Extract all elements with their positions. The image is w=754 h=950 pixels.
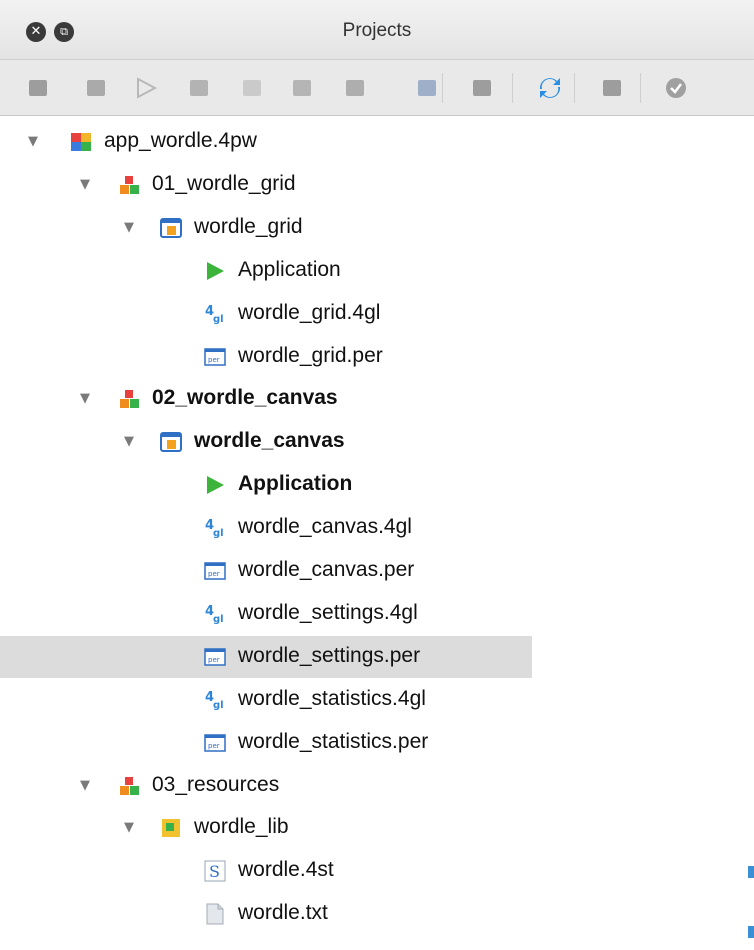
tree-item[interactable]: ▼ wordle_canvas xyxy=(0,421,532,463)
run-icon[interactable] xyxy=(134,76,158,100)
text-file-icon xyxy=(204,903,226,925)
new-package-icon[interactable] xyxy=(84,76,108,100)
toolbar-separator xyxy=(574,73,575,103)
tree-item-label: wordle.txt xyxy=(238,901,328,925)
new-folder-icon[interactable] xyxy=(240,76,264,100)
tree-item-label: 02_wordle_canvas xyxy=(152,386,338,410)
tree-item[interactable]: ▼ 02_wordle_canvas xyxy=(0,378,532,420)
tree-item[interactable]: 4 gl wordle_canvas.4gl xyxy=(0,507,532,549)
panel-title: Projects xyxy=(342,20,412,41)
toolbar-separator xyxy=(512,73,513,103)
tree-item-label: 03_resources xyxy=(152,772,280,796)
tree-item-label: wordle_settings.4gl xyxy=(238,600,418,624)
tree-item-label: wordle_canvas.per xyxy=(238,558,415,581)
svg-text:gl: gl xyxy=(213,528,224,539)
tree-item-label: wordle_statistics.per xyxy=(238,729,429,753)
svg-text:per: per xyxy=(208,656,220,664)
tree-item-label: 01_wordle_grid xyxy=(152,171,296,195)
expand-toggle-icon[interactable]: ▼ xyxy=(122,821,136,835)
expand-toggle-icon[interactable]: ▼ xyxy=(78,177,92,192)
svg-text:S: S xyxy=(209,862,220,881)
tree-item[interactable]: Application xyxy=(0,464,532,506)
per-file-icon: per xyxy=(204,646,226,668)
tree-item-label: wordle.4st xyxy=(238,858,334,882)
tree-item[interactable]: 4 gl wordle_grid.4gl xyxy=(0,293,532,335)
4gl-file-icon: 4 gl xyxy=(204,603,226,625)
tree-item-label: wordle_grid.per xyxy=(238,343,383,367)
tree-item[interactable]: Application xyxy=(0,250,532,292)
svg-text:per: per xyxy=(208,742,220,750)
expand-toggle-icon[interactable]: ▼ xyxy=(122,435,136,449)
group-icon xyxy=(118,775,140,797)
svg-text:per: per xyxy=(208,356,220,364)
compile-icon[interactable] xyxy=(187,76,211,100)
title-bar: ✕ ⧉ Projects xyxy=(0,0,754,60)
tree-item-label: app_wordle.4pw xyxy=(104,129,257,152)
project-tree: ▼ app_wordle.4pw ▼ 01_wordle_grid ▼ wordle_gr… xyxy=(0,116,754,950)
toolbar-separator xyxy=(640,73,641,103)
tree-item-label: wordle_canvas xyxy=(194,429,345,453)
tree-item[interactable]: per wordle_settings.per xyxy=(0,635,532,678)
expand-toggle-icon[interactable]: ▼ xyxy=(78,392,92,406)
tree-item-label: Application xyxy=(238,257,341,281)
scroll-edge-marker xyxy=(748,926,754,938)
tree-item-label: wordle_statistics.4gl xyxy=(238,686,426,710)
expand-toggle-icon[interactable]: ▼ xyxy=(78,778,92,793)
expand-toggle-icon[interactable]: ▼ xyxy=(26,135,40,149)
tree-item-label: wordle_settings.per xyxy=(238,643,421,667)
check-icon[interactable] xyxy=(664,76,688,100)
database-icon[interactable] xyxy=(470,76,494,100)
toolbar xyxy=(0,60,754,116)
deploy-icon[interactable] xyxy=(600,76,624,100)
application-node-icon xyxy=(160,217,182,239)
tree-item-label: Application xyxy=(238,472,353,496)
run-target-icon xyxy=(204,474,226,496)
workspace-icon xyxy=(70,131,92,153)
scroll-edge-marker xyxy=(748,866,754,878)
tree-item[interactable]: ▼ wordle_grid xyxy=(0,207,532,249)
tree-item[interactable]: 4 gl wordle_settings.4gl xyxy=(0,593,532,635)
tree-item[interactable]: ▼ 01_wordle_grid xyxy=(0,164,532,206)
style-file-icon: S xyxy=(204,860,226,882)
sync-icon[interactable] xyxy=(538,76,562,100)
toolbar-separator xyxy=(442,73,443,103)
group-icon xyxy=(118,174,140,196)
tree-item[interactable]: per wordle_statistics.per xyxy=(0,722,532,764)
add-file-icon[interactable] xyxy=(290,76,314,100)
tree-item[interactable]: wordle.txt xyxy=(0,893,532,935)
tree-item[interactable]: 4 gl wordle_statistics.4gl xyxy=(0,679,532,721)
tree-item[interactable]: ▼ 03_resources xyxy=(0,765,532,807)
per-file-icon: per xyxy=(204,732,226,754)
tree-item[interactable]: per wordle_grid.per xyxy=(0,336,532,378)
svg-text:gl: gl xyxy=(213,314,224,325)
new-file-icon[interactable] xyxy=(415,76,439,100)
package-icon[interactable] xyxy=(343,76,367,100)
build-icon[interactable] xyxy=(26,76,50,100)
tree-item-label: wordle_grid.4gl xyxy=(238,300,381,324)
4gl-file-icon: 4 gl xyxy=(204,303,226,325)
svg-text:gl: gl xyxy=(213,700,224,711)
run-target-icon xyxy=(204,260,226,282)
tree-item-label: wordle_lib xyxy=(194,815,289,839)
tree-item-label: wordle_grid xyxy=(194,214,303,238)
svg-text:per: per xyxy=(208,570,220,578)
svg-text:gl: gl xyxy=(213,614,224,625)
expand-toggle-icon[interactable]: ▼ xyxy=(122,220,136,235)
application-node-icon xyxy=(160,431,182,453)
tree-item[interactable]: per wordle_canvas.per xyxy=(0,550,532,592)
library-icon xyxy=(160,817,182,839)
tree-item[interactable]: ▼ app_wordle.4pw xyxy=(0,121,532,163)
per-file-icon: per xyxy=(204,346,226,368)
4gl-file-icon: 4 gl xyxy=(204,517,226,539)
tree-item[interactable]: ▼ wordle_lib xyxy=(0,807,532,849)
tree-item-label: wordle_canvas.4gl xyxy=(238,515,412,539)
4gl-file-icon: 4 gl xyxy=(204,689,226,711)
tree-item[interactable]: Swordle.4st xyxy=(0,850,532,892)
per-file-icon: per xyxy=(204,560,226,582)
group-icon xyxy=(118,388,140,410)
